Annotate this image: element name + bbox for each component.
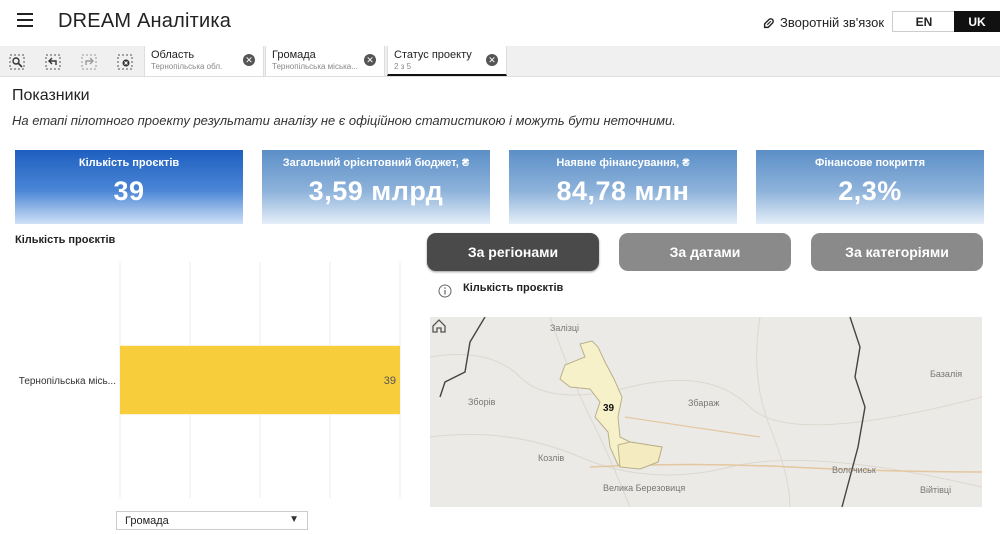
map-place-label: Залізці bbox=[550, 323, 579, 333]
filter-chip-value: Тернопільська обл. bbox=[151, 62, 223, 71]
disclaimer-text: На етапі пілотного проекту результати ан… bbox=[12, 113, 676, 128]
filter-bar: Область Тернопільська обл. ✕ Громада Тер… bbox=[0, 46, 1000, 77]
bar[interactable] bbox=[120, 345, 400, 415]
filter-chip-project-status[interactable]: Статус проекту 2 з 5 ✕ bbox=[387, 46, 507, 76]
map-place-label: Волочиськ bbox=[832, 465, 876, 475]
section-title: Показники bbox=[12, 87, 90, 104]
filter-chip-community[interactable]: Громада Тернопільська міська... ✕ bbox=[265, 46, 385, 76]
clear-selections-icon[interactable] bbox=[117, 54, 133, 70]
close-icon[interactable]: ✕ bbox=[364, 54, 376, 66]
kpi-value: 84,78 млн bbox=[556, 176, 690, 206]
kpi-card-coverage: Фінансове покриття 2,3% bbox=[756, 150, 984, 224]
map-layer bbox=[430, 317, 982, 507]
menu-icon[interactable] bbox=[17, 13, 33, 27]
filter-chip-label: Статус проекту bbox=[394, 49, 472, 61]
map[interactable]: Залізці Зборів Збараж Базалія Козлів Вол… bbox=[430, 317, 982, 507]
kpi-label: Фінансове покриття bbox=[814, 157, 926, 169]
close-icon[interactable]: ✕ bbox=[486, 54, 498, 66]
kpi-card-budget: Загальний орієнтовний бюджет, ₴ 3,59 млр… bbox=[262, 150, 490, 224]
kpi-label: Наявне фінансування, ₴ bbox=[556, 157, 690, 169]
map-place-label: Збараж bbox=[688, 398, 720, 408]
lang-en-button[interactable]: EN bbox=[892, 11, 956, 32]
step-back-icon[interactable] bbox=[45, 54, 61, 70]
chat-icon bbox=[763, 17, 774, 28]
map-title: Кількість проєктів bbox=[463, 282, 564, 294]
map-place-label: Велика Березовиця bbox=[603, 483, 686, 493]
app-title: DREAM Аналітика bbox=[58, 10, 232, 32]
kpi-value: 3,59 млрд bbox=[308, 176, 444, 206]
kpi-value: 2,3% bbox=[838, 176, 902, 206]
kpi-card-funding: Наявне фінансування, ₴ 84,78 млн bbox=[509, 150, 737, 224]
data-label: 39 bbox=[384, 375, 396, 387]
kpi-label: Загальний орієнтовний бюджет, ₴ bbox=[282, 157, 470, 169]
bar-chart-title: Кількість проєктів bbox=[15, 234, 116, 246]
filter-chip-value: Тернопільська міська... bbox=[272, 62, 358, 71]
app-header: DREAM Аналітика Зворотній зв'язок EN UK bbox=[0, 0, 1000, 46]
caret-down-icon: ▼ bbox=[289, 514, 299, 525]
close-icon[interactable]: ✕ bbox=[243, 54, 255, 66]
kpi-label: Кількість проєктів bbox=[78, 157, 180, 169]
category-label: Тернопільська місь... bbox=[19, 376, 116, 387]
filter-chip-label: Громада bbox=[272, 49, 316, 61]
toggle-by-dates[interactable]: За датами bbox=[619, 233, 791, 271]
step-forward-icon[interactable] bbox=[81, 54, 97, 70]
dropdown-value: Громада bbox=[125, 515, 169, 527]
map-place-label: Війтівці bbox=[920, 485, 952, 495]
lang-uk-button[interactable]: UK bbox=[954, 11, 1000, 32]
feedback-link[interactable]: Зворотній зв'язок bbox=[762, 15, 884, 30]
bar-chart: Тернопільська місь... 39 bbox=[19, 262, 401, 498]
dimension-dropdown[interactable]: Громада ▼ bbox=[116, 511, 308, 530]
filter-chip-region[interactable]: Область Тернопільська обл. ✕ bbox=[144, 46, 264, 76]
kpi-card-projects: Кількість проєктів 39 bbox=[15, 150, 243, 224]
home-icon[interactable] bbox=[430, 317, 448, 335]
kpi-value: 39 bbox=[113, 176, 145, 206]
feedback-label: Зворотній зв'язок bbox=[780, 15, 885, 30]
map-place-label: Базалія bbox=[930, 369, 963, 379]
map-place-label: Зборів bbox=[468, 397, 496, 407]
map-place-label: Козлів bbox=[538, 453, 565, 463]
filter-chip-label: Область bbox=[151, 49, 195, 61]
smart-search-icon[interactable] bbox=[9, 54, 25, 70]
map-count-label: 39 bbox=[603, 403, 615, 414]
toggle-by-categories[interactable]: За категоріями bbox=[811, 233, 983, 271]
toggle-by-regions[interactable]: За регіонами bbox=[427, 233, 599, 271]
info-icon[interactable] bbox=[438, 284, 452, 298]
filter-chip-value: 2 з 5 bbox=[394, 62, 412, 71]
